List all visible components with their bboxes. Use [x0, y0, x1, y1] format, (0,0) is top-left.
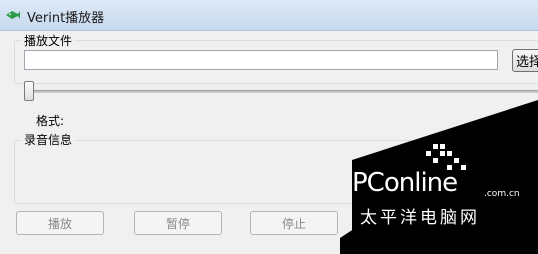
watermark-domain: .com.cn [484, 189, 520, 199]
watermark-brand: PConline [352, 168, 458, 198]
watermark-chinese: 太平洋电脑网 [360, 208, 480, 228]
